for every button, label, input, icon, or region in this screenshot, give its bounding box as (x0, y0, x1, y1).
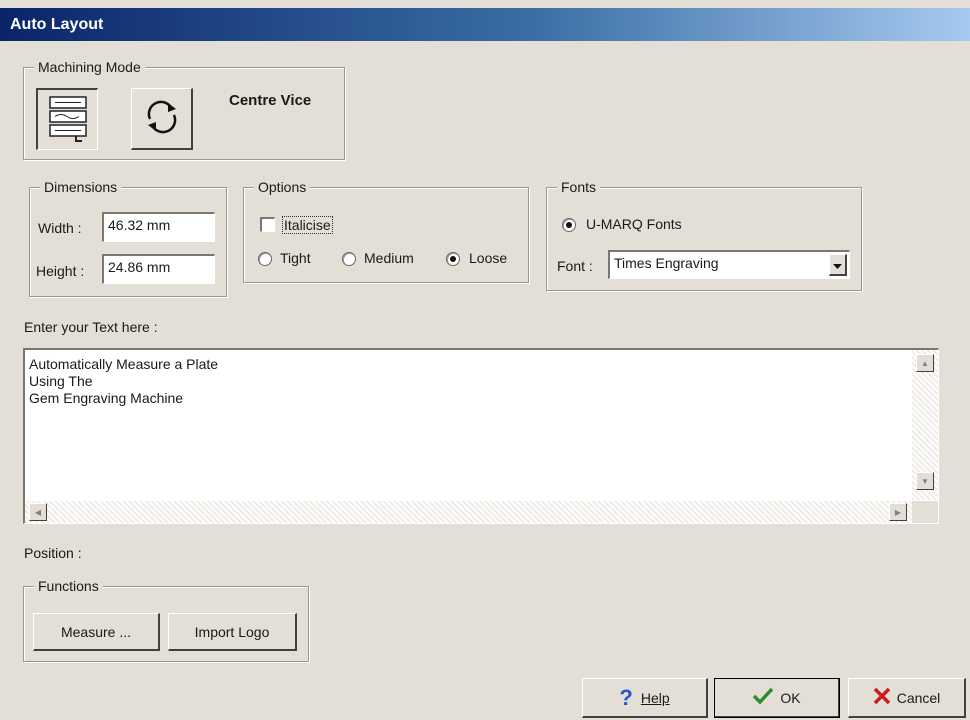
scroll-left-button[interactable]: ◀ (29, 503, 47, 521)
text-line: Gem Engraving Machine (29, 390, 184, 406)
ok-button[interactable]: OK (714, 678, 840, 718)
font-select-dropdown-button[interactable] (829, 254, 847, 276)
vertical-scrollbar[interactable]: ▲ ▼ (912, 350, 938, 500)
cancel-button-label: Cancel (896, 689, 941, 706)
fixture-mode-button[interactable] (36, 88, 98, 150)
rotate-icon (142, 97, 182, 140)
width-input[interactable]: 46.32 mm (102, 212, 215, 242)
width-label: Width : (38, 220, 82, 236)
options-legend: Options (254, 178, 311, 196)
ok-button-label: OK (780, 689, 801, 706)
arrow-left-icon: ◀ (34, 507, 42, 517)
scrollbar-corner (912, 501, 938, 523)
fonts-legend: Fonts (557, 178, 601, 196)
dimensions-legend: Dimensions (40, 178, 122, 196)
spacing-tight-radio[interactable] (258, 252, 272, 266)
checkmark-icon (752, 687, 774, 708)
machining-mode-legend: Machining Mode (34, 58, 145, 76)
text-line: Automatically Measure a Plate (29, 356, 219, 372)
scroll-up-button[interactable]: ▲ (916, 354, 934, 372)
text-entry-area[interactable]: Automatically Measure a Plate Using The … (23, 348, 939, 524)
spacing-tight-label[interactable]: Tight (280, 250, 311, 266)
close-icon (873, 687, 891, 708)
height-label: Height : (36, 263, 85, 279)
text-entry-label: Enter your Text here : (24, 319, 158, 335)
umarq-fonts-radio[interactable] (562, 218, 576, 232)
functions-legend: Functions (34, 577, 103, 595)
font-select[interactable]: Times Engraving (608, 250, 850, 279)
chevron-down-icon (833, 257, 842, 273)
italicise-checkbox[interactable] (260, 217, 275, 232)
spacing-loose-radio[interactable] (446, 252, 460, 266)
fixture-icon (45, 93, 91, 146)
font-select-value: Times Engraving (614, 255, 719, 271)
arrow-down-icon: ▼ (921, 476, 929, 486)
rotate-mode-button[interactable] (131, 88, 193, 150)
cancel-button[interactable]: Cancel (848, 678, 966, 718)
machining-mode-value: Centre Vice (229, 92, 312, 109)
spacing-loose-label[interactable]: Loose (469, 250, 507, 266)
help-icon: ? (619, 684, 633, 710)
options-group: Options (243, 178, 529, 283)
text-line: Using The (29, 373, 93, 389)
window-title: Auto Layout (0, 8, 970, 41)
import-logo-button[interactable]: Import Logo (168, 613, 297, 651)
scroll-down-button[interactable]: ▼ (916, 472, 934, 490)
spacing-medium-radio[interactable] (342, 252, 356, 266)
scroll-right-button[interactable]: ▶ (889, 503, 907, 521)
arrow-right-icon: ▶ (894, 507, 902, 517)
arrow-up-icon: ▲ (921, 358, 929, 368)
umarq-fonts-label[interactable]: U-MARQ Fonts (586, 216, 682, 232)
help-button[interactable]: ? Help (582, 678, 708, 718)
horizontal-scrollbar[interactable]: ◀ ▶ (25, 501, 913, 523)
help-button-label: Help (640, 689, 670, 706)
position-label: Position : (24, 545, 82, 561)
spacing-medium-label[interactable]: Medium (364, 250, 414, 266)
font-label: Font : (557, 258, 593, 274)
height-input[interactable]: 24.86 mm (102, 254, 215, 284)
measure-button[interactable]: Measure ... (33, 613, 160, 651)
italicise-label[interactable]: Italicise (282, 216, 333, 234)
